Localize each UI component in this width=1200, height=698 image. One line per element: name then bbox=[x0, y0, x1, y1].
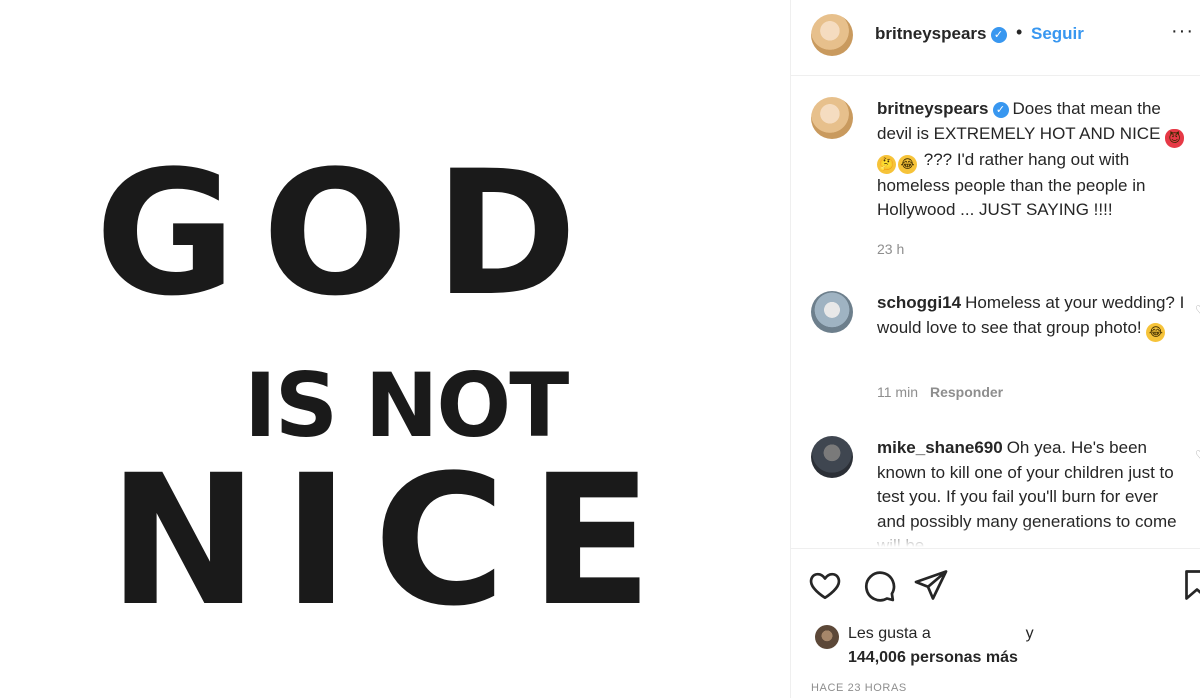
comment-username[interactable]: schoggi14 bbox=[877, 293, 961, 312]
comments-fade bbox=[791, 525, 1200, 547]
verified-badge-icon: ✓ bbox=[992, 102, 1009, 118]
comments-list[interactable]: britneyspears ✓ Does that mean the devil i… bbox=[791, 77, 1200, 547]
follow-button[interactable]: Seguir bbox=[1031, 24, 1084, 44]
comment-meta: 11 min Responder bbox=[877, 384, 1015, 400]
reply-button[interactable]: Responder bbox=[930, 384, 1003, 400]
likes-count[interactable]: 144,006 personas más bbox=[848, 649, 1018, 667]
comment-username[interactable]: mike_shane690 bbox=[877, 438, 1003, 457]
likes-suffix: y bbox=[1025, 625, 1034, 642]
comment-text: schoggi14 Homeless at your wedding? I wou… bbox=[877, 291, 1187, 342]
caption-time[interactable]: 23 h bbox=[877, 241, 904, 257]
image-text-nice: NICE bbox=[108, 437, 677, 646]
likes-text: Les gusta a y bbox=[848, 625, 1034, 643]
post-header: britneyspears ✓ • Seguir ··· bbox=[791, 0, 1200, 76]
header-separator: • bbox=[1016, 22, 1023, 42]
thinking-emoji-icon: 🤔 bbox=[877, 154, 896, 174]
image-text-god: GOD bbox=[95, 133, 604, 334]
caption-username[interactable]: britneyspears bbox=[877, 99, 989, 118]
header-username-block: britneyspears ✓ bbox=[875, 24, 1007, 44]
avatar[interactable] bbox=[811, 436, 853, 478]
caption-meta: 23 h bbox=[877, 241, 916, 257]
laughing-emoji-icon: 😂 bbox=[898, 154, 917, 174]
comment-icon[interactable] bbox=[861, 567, 897, 603]
bookmark-icon[interactable] bbox=[1179, 567, 1200, 603]
laughing-emoji-icon: 😂 bbox=[1146, 322, 1166, 342]
likes-prefix: Les gusta a bbox=[848, 625, 931, 642]
avatar[interactable] bbox=[815, 625, 839, 649]
avatar[interactable] bbox=[811, 97, 853, 139]
devil-emoji-icon: 😈 bbox=[1165, 128, 1185, 148]
caption-text: britneyspears ✓ Does that mean the devil i… bbox=[877, 97, 1187, 223]
comment-like-icon[interactable]: ♡ bbox=[1195, 303, 1200, 317]
post-timestamp[interactable]: HACE 23 HORAS bbox=[811, 682, 907, 694]
more-horizontal-icon[interactable]: ··· bbox=[1171, 20, 1194, 43]
verified-badge-icon: ✓ bbox=[990, 27, 1007, 43]
caption-body-continued: ??? I'd rather hang out with homeless pe… bbox=[877, 149, 1146, 220]
post-footer: Les gusta a y 144,006 personas más HACE … bbox=[791, 548, 1200, 698]
share-icon[interactable] bbox=[913, 567, 949, 603]
post-sidebar: britneyspears ✓ • Seguir ··· britneyspear… bbox=[790, 0, 1200, 698]
avatar[interactable] bbox=[811, 14, 853, 56]
comment-like-icon[interactable]: ♡ bbox=[1195, 448, 1200, 462]
avatar[interactable] bbox=[811, 291, 853, 333]
post-image[interactable]: GOD IS NOT NICE bbox=[0, 0, 790, 698]
header-username[interactable]: britneyspears bbox=[875, 24, 987, 43]
heart-icon[interactable] bbox=[807, 567, 843, 603]
comment-time[interactable]: 11 min bbox=[877, 384, 918, 400]
